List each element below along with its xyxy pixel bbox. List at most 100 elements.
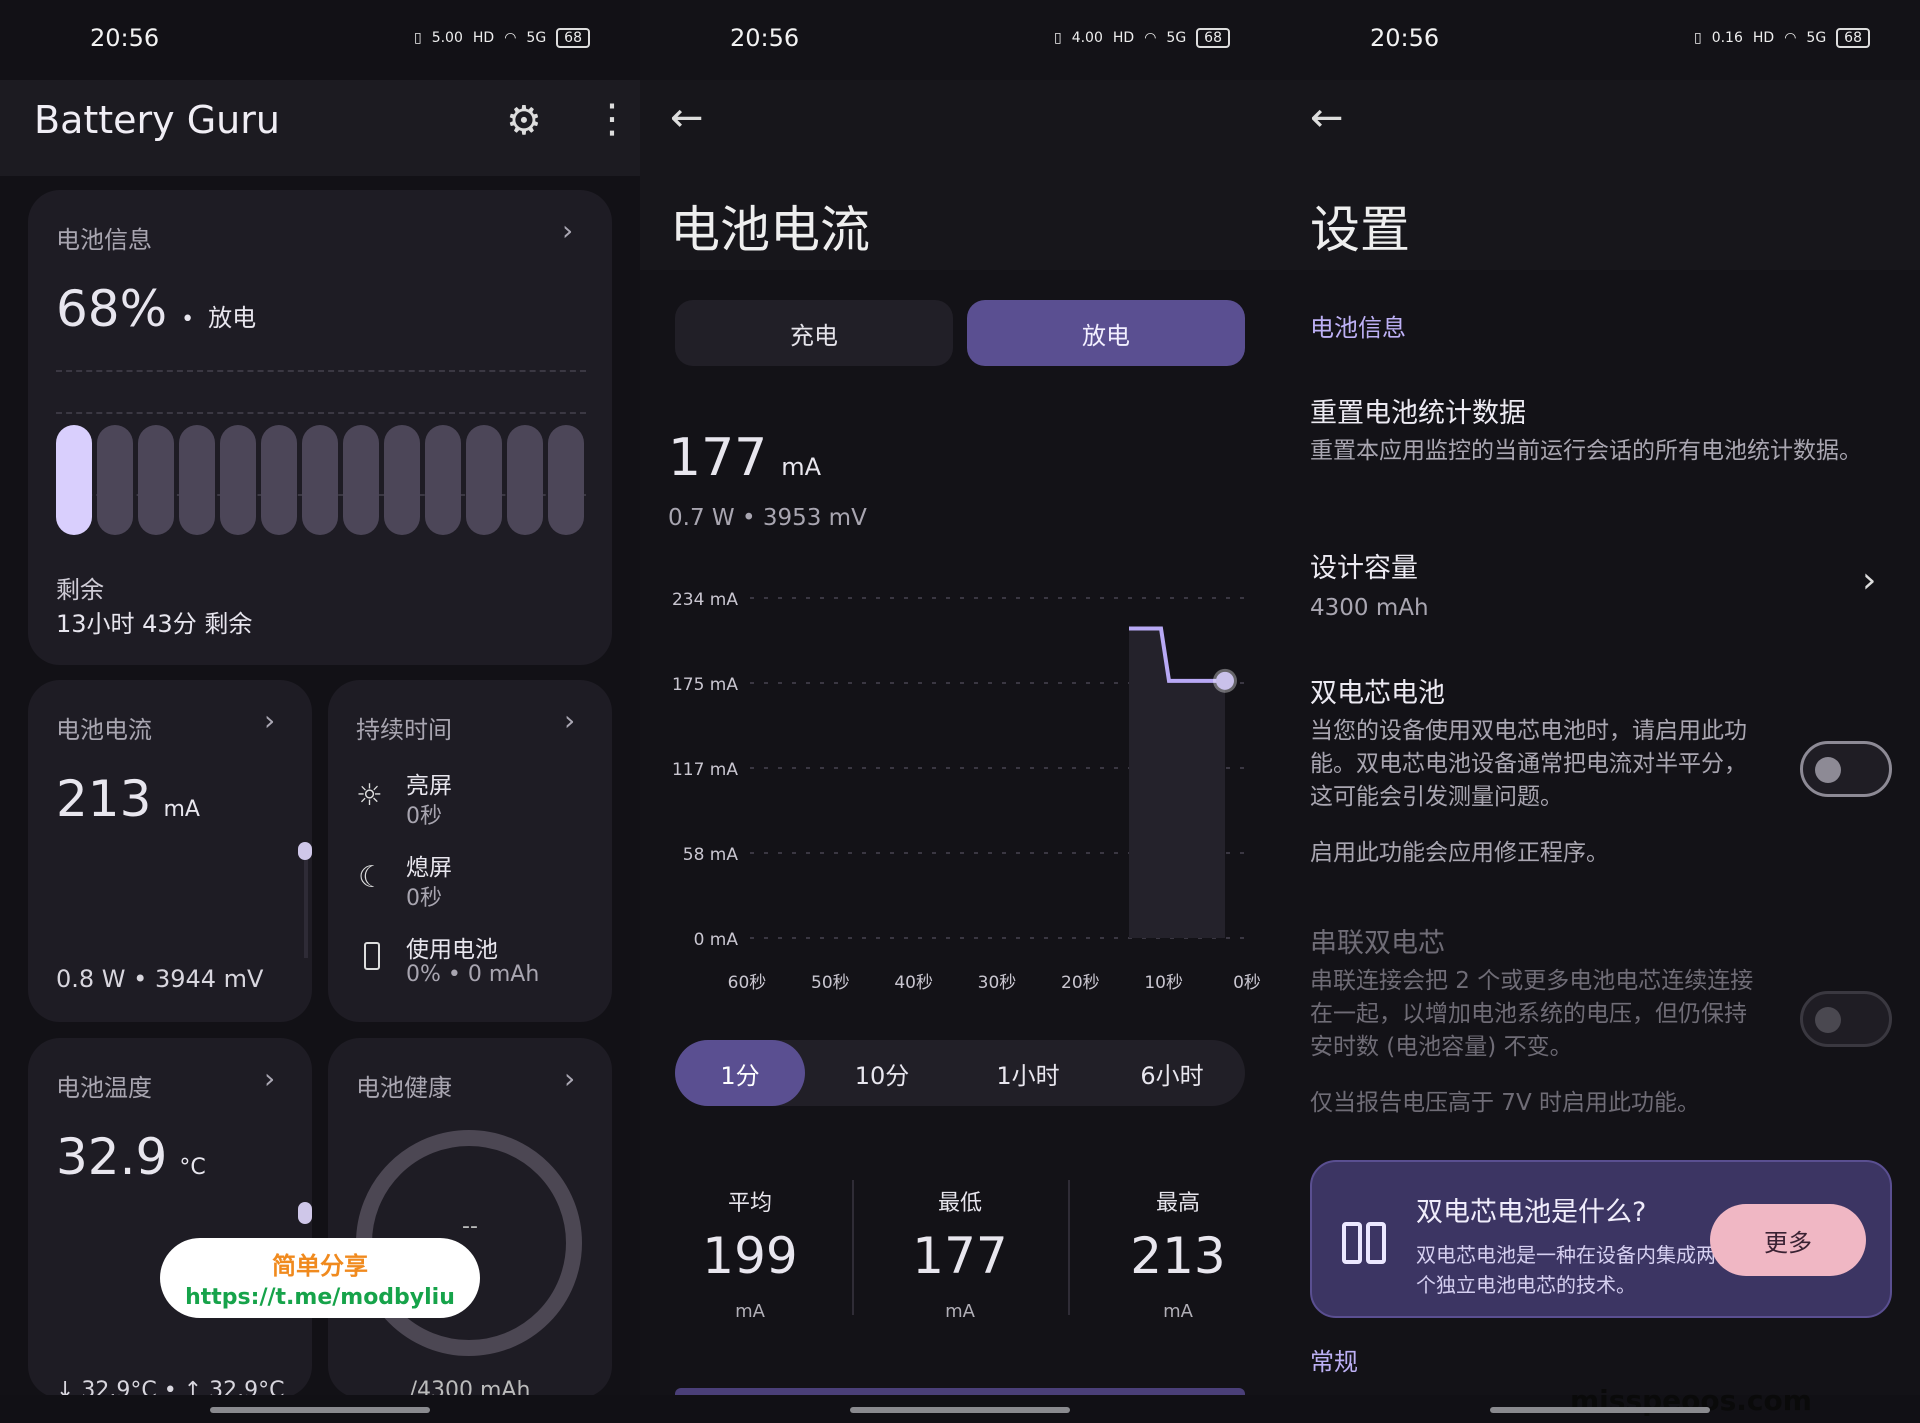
back-arrow-icon[interactable]: ←	[670, 95, 704, 141]
stat-unit: mA	[1163, 1301, 1193, 1322]
level-bar	[261, 425, 297, 535]
stat-unit: mA	[945, 1301, 975, 1322]
duration-label: 亮屏	[406, 773, 452, 799]
app-bar: Battery Guru ⚙ ⋮	[0, 80, 640, 176]
watermark-line1: 简单分享	[272, 1252, 368, 1280]
card-title: 电池健康	[356, 1074, 452, 1102]
x-tick-label: 10秒	[1144, 973, 1183, 990]
design-capacity-item[interactable]: 设计容量 4300 mAh ›	[1280, 540, 1920, 630]
chevron-right-icon: ›	[1862, 560, 1877, 601]
battery-pack-icon	[1340, 1214, 1390, 1268]
moon-icon: ☾	[358, 860, 385, 895]
level-bar	[97, 425, 133, 535]
data-point	[1216, 671, 1234, 690]
status-icons: ▯ 5.00 HD ◠ 5G 68	[414, 28, 590, 48]
gear-icon[interactable]: ⚙	[506, 98, 542, 144]
nav-handle[interactable]	[1490, 1407, 1710, 1413]
divider	[852, 1180, 854, 1315]
vibrate-icon: ▯	[1053, 30, 1062, 46]
net-speed: 5.00	[431, 30, 463, 46]
y-tick-label: 175 mA	[672, 675, 738, 695]
nav-handle[interactable]	[850, 1407, 1070, 1413]
mini-chart-dot	[298, 1202, 312, 1224]
setting-note: 启用此功能会应用修正程序。	[1310, 840, 1609, 866]
reset-stats-item[interactable]: 重置电池统计数据 重置本应用监控的当前运行会话的所有电池统计数据。	[1280, 385, 1920, 505]
duration-value: 0% • 0 mAh	[406, 962, 540, 987]
battery-status-icon: 68	[1196, 28, 1230, 48]
discharge-toggle[interactable]: 放电	[967, 300, 1245, 366]
more-button[interactable]: 更多	[1710, 1204, 1866, 1276]
promo-desc: 双电芯电池是一种在设备内集成两个独立电池电芯的技术。	[1416, 1243, 1716, 1297]
battery-current-card[interactable]: 电池电流 › 213 mA 0.8 W • 3944 mV	[28, 680, 312, 1022]
level-bar	[302, 425, 338, 535]
status-time: 20:56	[1370, 24, 1440, 52]
duration-value: 0秒	[406, 886, 442, 911]
home-screen: 20:56 ▯ 5.00 HD ◠ 5G 68 Battery Guru ⚙ ⋮…	[0, 0, 640, 1423]
section-header: 电池信息	[1310, 314, 1406, 342]
temp-value: 32.9	[56, 1128, 168, 1186]
status-time: 20:56	[730, 24, 800, 52]
page-title: 设置	[1310, 201, 1410, 259]
health-value: --	[462, 1214, 478, 1239]
temp-unit: °C	[179, 1155, 206, 1180]
remaining-value: 13小时 43分 剩余	[56, 610, 253, 638]
level-bar-filled	[56, 425, 92, 535]
mini-chart-dot	[298, 842, 312, 860]
duration-label: 熄屏	[406, 855, 452, 881]
more-vert-icon[interactable]: ⋮	[592, 96, 632, 142]
chevron-right-icon: ›	[564, 1062, 576, 1095]
series-cell-toggle	[1800, 991, 1892, 1047]
chevron-right-icon: ›	[264, 704, 276, 737]
toggle-knob	[1815, 1007, 1841, 1033]
y-tick-label: 58 mA	[683, 845, 739, 865]
x-tick-label: 40秒	[894, 973, 933, 990]
remaining-label: 剩余	[56, 576, 104, 604]
tab-10min[interactable]: 10分	[817, 1040, 947, 1106]
battery-temp-card[interactable]: 电池温度 › 32.9 °C ↓ 32.9°C • ↑ 32.9°C	[28, 1038, 312, 1403]
tab-1min[interactable]: 1分	[675, 1040, 805, 1106]
stat-label: 平均	[727, 1191, 772, 1216]
tab-6hour[interactable]: 6小时	[1107, 1040, 1237, 1106]
status-bar: 20:56 ▯ 5.00 HD ◠ 5G 68	[0, 0, 640, 80]
tab-1hour[interactable]: 1小时	[963, 1040, 1093, 1106]
status-icons: ▯ 0.16 HD ◠ 5G 68	[1694, 28, 1870, 48]
nav-handle[interactable]	[210, 1407, 430, 1413]
level-bar	[425, 425, 461, 535]
divider	[1068, 1180, 1070, 1315]
duration-card[interactable]: 持续时间 › ☼ 亮屏 0秒 ☾ 熄屏 0秒 使用电池 0% • 0 mAh	[328, 680, 612, 1022]
battery-health-card[interactable]: 电池健康 › -- /4300 mAh	[328, 1038, 612, 1403]
current-value: 177	[668, 428, 768, 488]
chevron-right-icon: ›	[264, 1062, 276, 1095]
level-bar	[138, 425, 174, 535]
setting-desc: 串联连接会把 2 个或更多电池电芯连续连接在一起，以增加电池系统的电压，但仍保持…	[1310, 968, 1754, 1060]
y-tick-label: 234 mA	[672, 590, 738, 610]
x-tick-label: 20秒	[1061, 973, 1100, 990]
vibrate-icon: ▯	[413, 30, 422, 46]
promo-card: 双电芯电池是什么? 双电芯电池是一种在设备内集成两个独立电池电芯的技术。 更多	[1310, 1160, 1892, 1318]
card-title: 电池温度	[56, 1074, 152, 1102]
signal-icon: 5G	[1166, 30, 1187, 46]
status-bar: 20:56 ▯ 0.16 HD ◠ 5G 68	[1280, 0, 1920, 80]
stat-label: 最高	[1155, 1191, 1200, 1216]
watermark-line2: https://t.me/modbyliu	[185, 1285, 455, 1310]
signal-icon: 5G	[526, 30, 547, 46]
dual-cell-toggle[interactable]	[1800, 741, 1892, 797]
promo-title: 双电芯电池是什么?	[1416, 1197, 1647, 1228]
stat-label: 最低	[937, 1191, 982, 1216]
x-tick-label: 50秒	[811, 973, 850, 990]
level-bar	[343, 425, 379, 535]
card-title: 持续时间	[356, 716, 452, 744]
stat-unit: mA	[735, 1301, 765, 1322]
stat-max: 最高 213 mA	[1078, 1185, 1278, 1322]
back-arrow-icon[interactable]: ←	[1310, 95, 1344, 141]
dual-cell-item[interactable]: 双电芯电池 当您的设备使用双电芯电池时，请启用此功能。双电芯电池设备通常把电流对…	[1280, 665, 1920, 875]
stat-value: 177	[912, 1227, 1008, 1285]
current-unit: mA	[781, 453, 822, 481]
wifi-icon: ◠	[504, 30, 517, 46]
battery-status-icon: 68	[556, 28, 590, 48]
grid-line	[56, 370, 586, 372]
battery-info-card[interactable]: 电池信息 › 68% • 放电 剩余 13小时 43分 剩余	[28, 190, 612, 665]
charge-toggle[interactable]: 充电	[675, 300, 953, 366]
grid-line	[56, 412, 586, 414]
wifi-icon: ◠	[1144, 30, 1157, 46]
